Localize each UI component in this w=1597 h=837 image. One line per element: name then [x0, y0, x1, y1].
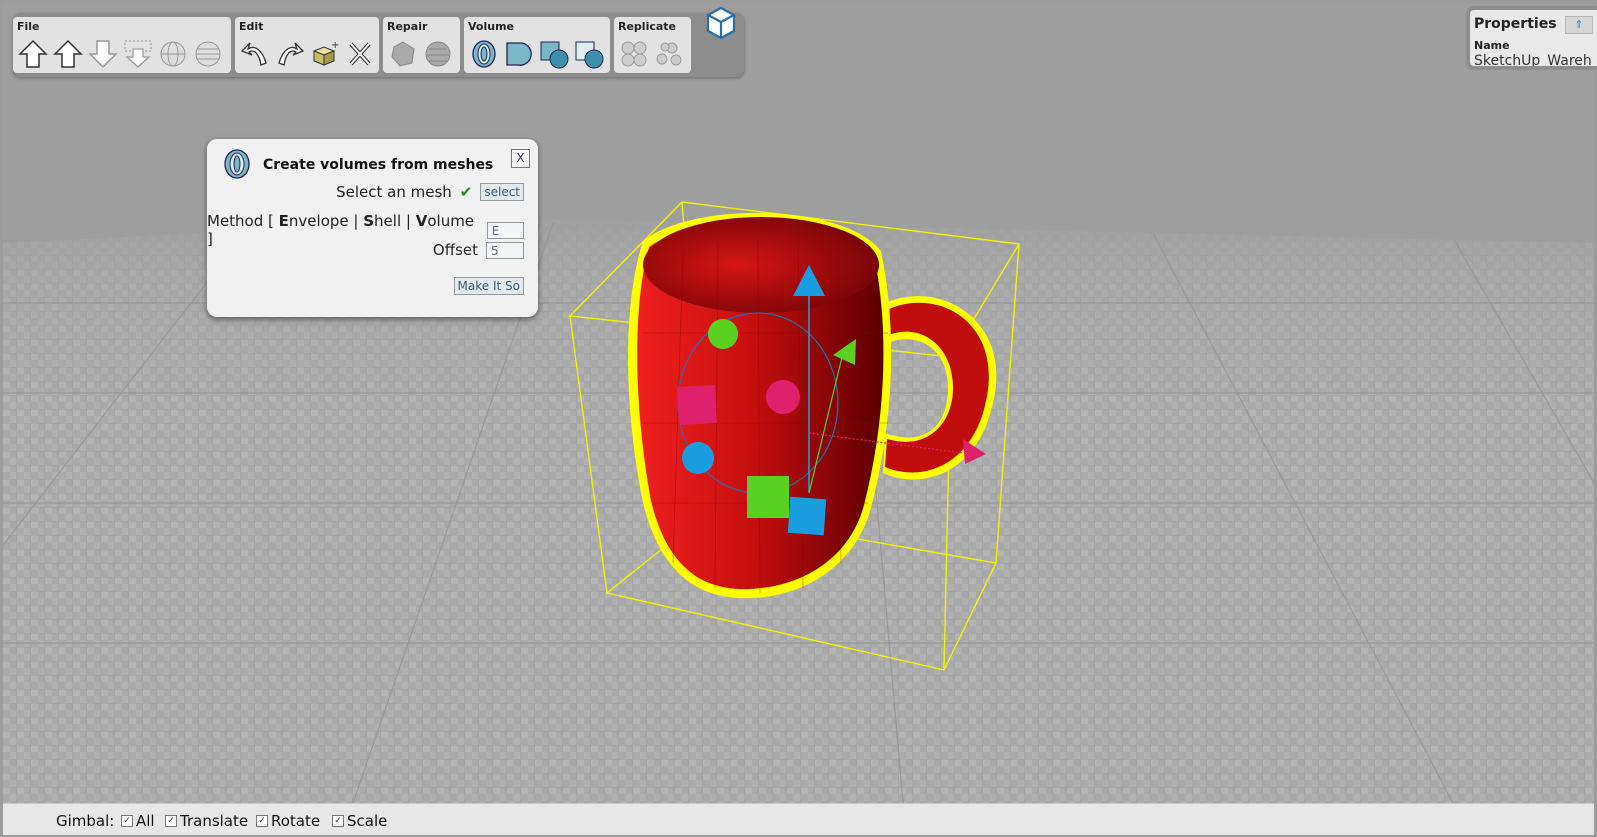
properties-panel: Properties ⇑ Name SketchUp_Wareh	[1466, 6, 1597, 70]
status-bar: Gimbal: ✓ All ✓ Translate ✓ Rotate ✓ Scale	[3, 803, 1594, 835]
upload-arrow-icon[interactable]	[51, 37, 84, 71]
volume-mesh-icon	[221, 147, 253, 185]
replicate-grid-icon[interactable]	[617, 37, 650, 71]
group-label: Edit	[239, 20, 264, 33]
checkmark-icon: ✔	[459, 183, 473, 201]
scale-x-handle[interactable]	[677, 385, 717, 425]
toolbar-group-volume: Volume	[464, 17, 610, 73]
volume-union-icon[interactable]	[537, 37, 570, 71]
checkbox-icon[interactable]: ✓	[256, 815, 268, 827]
gimbal-label: Gimbal:	[56, 812, 115, 830]
offset-input[interactable]: 5	[486, 241, 524, 259]
main-toolbar: File Edit + Repair Volume Replicate	[13, 13, 744, 77]
gimbal-rotate-checkbox[interactable]: ✓ Rotate	[256, 812, 320, 830]
rotate-x-handle[interactable]	[766, 380, 800, 414]
checkbox-icon[interactable]: ✓	[121, 815, 133, 827]
download-selection-icon[interactable]	[121, 37, 154, 71]
delete-icon[interactable]	[343, 37, 376, 71]
group-label: Repair	[387, 20, 428, 33]
toolbar-group-edit: Edit +	[235, 17, 379, 73]
sphere-wire-icon[interactable]	[156, 37, 189, 71]
name-label: Name	[1474, 39, 1510, 52]
rotate-z-handle[interactable]	[682, 442, 714, 474]
make-it-so-button[interactable]: Make It So	[453, 277, 524, 295]
group-label: File	[17, 20, 40, 33]
download-arrow-icon[interactable]	[86, 37, 119, 71]
create-volumes-dialog: Create volumes from meshes X Select an m…	[207, 139, 538, 317]
replicate-scatter-icon[interactable]	[652, 37, 685, 71]
properties-title: Properties	[1474, 16, 1557, 32]
undo-icon[interactable]	[238, 37, 271, 71]
toolbar-group-replicate: Replicate	[614, 17, 691, 73]
submit-row: Make It So	[453, 277, 524, 295]
offset-row: Offset 5	[433, 241, 524, 259]
3d-viewport[interactable]	[3, 3, 1594, 803]
gimbal-translate-checkbox[interactable]: ✓ Translate	[165, 812, 248, 830]
collapse-button[interactable]: ⇑	[1565, 16, 1593, 34]
toolbar-group-repair: Repair	[383, 17, 460, 73]
volume-shape-icon[interactable]	[502, 37, 535, 71]
method-input[interactable]: E	[486, 221, 524, 239]
volume-subtract-icon[interactable]	[572, 37, 605, 71]
select-mesh-label: Select an mesh	[336, 183, 452, 201]
select-button[interactable]: select	[480, 183, 524, 201]
group-label: Replicate	[618, 20, 677, 33]
scale-y-handle[interactable]	[747, 476, 789, 518]
checkbox-icon[interactable]: ✓	[332, 815, 344, 827]
dialog-title: Create volumes from meshes	[263, 157, 494, 173]
gimbal-all-checkbox[interactable]: ✓ All	[121, 812, 155, 830]
rotate-y-handle[interactable]	[708, 319, 738, 349]
duplicate-icon[interactable]: +	[308, 37, 341, 71]
mug-body	[628, 212, 892, 599]
svg-text:+: +	[331, 40, 339, 51]
gimbal-scale-checkbox[interactable]: ✓ Scale	[332, 812, 387, 830]
close-button[interactable]: X	[511, 149, 530, 168]
repair-shape-icon[interactable]	[386, 37, 419, 71]
scale-z-handle[interactable]	[787, 496, 827, 536]
name-value-field[interactable]: SketchUp_Wareh	[1474, 53, 1592, 66]
sphere-stack-icon[interactable]	[191, 37, 224, 71]
group-label: Volume	[468, 20, 514, 33]
redo-icon[interactable]	[273, 37, 306, 71]
toolbar-group-file: File	[13, 17, 231, 73]
offset-label: Offset	[432, 241, 478, 259]
scene-canvas[interactable]	[3, 3, 1594, 803]
select-mesh-row: Select an mesh ✔ select	[336, 183, 524, 201]
upload-arrow-icon[interactable]	[16, 37, 49, 71]
volume-mesh-icon[interactable]	[467, 37, 500, 71]
repair-sphere-icon[interactable]	[421, 37, 454, 71]
checkbox-icon[interactable]: ✓	[165, 815, 177, 827]
view-cube-icon[interactable]	[706, 5, 736, 41]
